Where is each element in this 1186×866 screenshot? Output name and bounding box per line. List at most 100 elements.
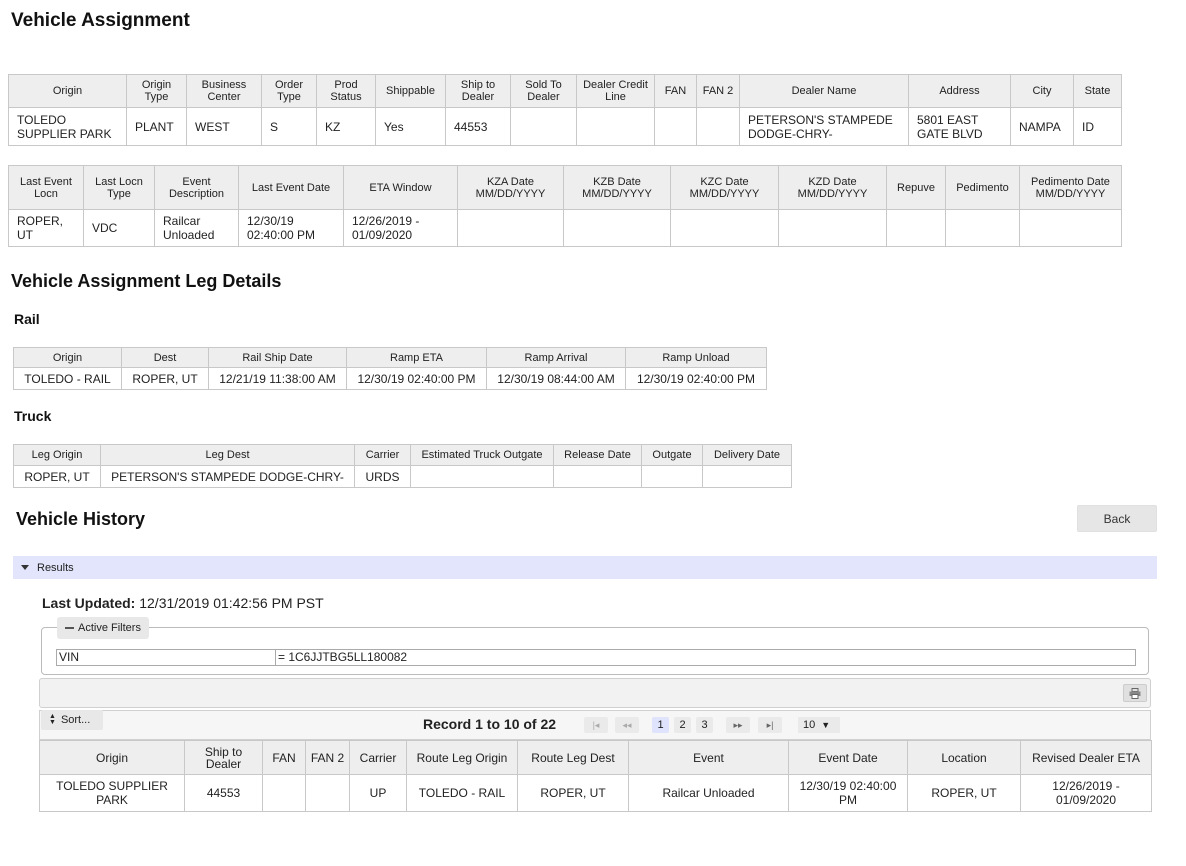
next-page-button[interactable]: ▸▸ <box>726 717 750 733</box>
back-button[interactable]: Back <box>1077 505 1157 532</box>
col-pedimento: Pedimento <box>945 165 1020 210</box>
last-page-icon: ▸| <box>766 719 774 730</box>
col-leg-dest: Leg Dest <box>100 444 355 466</box>
cell-outgate <box>641 465 703 488</box>
cell-origin: TOLEDO SUPPLIER PARK <box>8 107 127 146</box>
cell-rail-dest: ROPER, UT <box>121 367 209 390</box>
filter-value: = 1C6JJTBG5LL180082 <box>278 650 408 664</box>
cell-hist-event-date: 12/30/19 02:40:00 PM <box>788 774 908 812</box>
col-hist-fan-2[interactable]: FAN 2 <box>305 740 350 775</box>
vehicle-history-title: Vehicle History <box>16 509 146 529</box>
truck-title: Truck <box>14 408 52 424</box>
table-row: ROPER, UT PETERSON'S STAMPEDE DODGE-CHRY… <box>13 465 792 488</box>
col-hist-ship-to-dealer[interactable]: Ship to Dealer <box>184 740 263 775</box>
cell-kza-date <box>457 209 564 247</box>
col-last-locn-type: Last Locn Type <box>83 165 155 210</box>
col-hist-revised-dealer-eta[interactable]: Revised Dealer ETA <box>1020 740 1152 775</box>
col-sold-to-dealer: Sold To Dealer <box>510 74 577 108</box>
cell-order-type: S <box>261 107 317 146</box>
table-row: TOLEDO SUPPLIER PARK PLANT WEST S KZ Yes… <box>8 107 1122 146</box>
col-dealer-name: Dealer Name <box>739 74 909 108</box>
prev-page-icon: ◂◂ <box>622 719 632 730</box>
cell-state: ID <box>1073 107 1122 146</box>
cell-eta-window: 12/26/2019 - 01/09/2020 <box>343 209 458 247</box>
cell-prod-status: KZ <box>316 107 376 146</box>
cell-hist-fan-2 <box>305 774 350 812</box>
col-repuve: Repuve <box>886 165 946 210</box>
cell-carrier: URDS <box>354 465 411 488</box>
col-city: City <box>1010 74 1074 108</box>
page-size-select[interactable]: 10 ▼ <box>798 717 840 733</box>
page-title: Vehicle Assignment <box>11 10 190 31</box>
chevron-down-icon: ▼ <box>821 720 831 730</box>
cell-hist-origin: TOLEDO SUPPLIER PARK <box>39 774 185 812</box>
col-hist-fan[interactable]: FAN <box>262 740 306 775</box>
cell-rail-ship-date: 12/21/19 11:38:00 AM <box>208 367 347 390</box>
rail-title: Rail <box>14 311 40 327</box>
history-table: Origin Ship to Dealer FAN FAN 2 Carrier … <box>39 740 1152 812</box>
cell-ramp-arrival: 12/30/19 08:44:00 AM <box>486 367 626 390</box>
col-hist-event[interactable]: Event <box>628 740 789 775</box>
col-hist-event-date[interactable]: Event Date <box>788 740 908 775</box>
filter-key: VIN <box>57 650 276 665</box>
col-kzd-date: KZD Date MM/DD/YYYY <box>778 165 887 210</box>
print-button[interactable] <box>1123 684 1147 702</box>
col-kzb-date: KZB Date MM/DD/YYYY <box>563 165 671 210</box>
col-hist-route-leg-origin[interactable]: Route Leg Origin <box>406 740 518 775</box>
page-button-3[interactable]: 3 <box>696 717 713 733</box>
cell-pedimento-date <box>1019 209 1122 247</box>
cell-estimated-truck-outgate <box>410 465 554 488</box>
col-shippable: Shippable <box>375 74 446 108</box>
col-release-date: Release Date <box>553 444 642 466</box>
col-hist-carrier[interactable]: Carrier <box>349 740 407 775</box>
cell-leg-dest: PETERSON'S STAMPEDE DODGE-CHRY- <box>100 465 355 488</box>
col-rail-ship-date: Rail Ship Date <box>208 347 347 368</box>
cell-last-locn-type: VDC <box>83 209 155 247</box>
col-origin: Origin <box>8 74 127 108</box>
col-kzc-date: KZC Date MM/DD/YYYY <box>670 165 779 210</box>
results-toggle[interactable]: Results <box>13 556 1157 579</box>
cell-hist-ship-to-dealer: 44553 <box>184 774 263 812</box>
col-leg-origin: Leg Origin <box>13 444 101 466</box>
active-filters-toggle[interactable]: Active Filters <box>57 617 149 639</box>
col-hist-origin[interactable]: Origin <box>39 740 185 775</box>
col-fan: FAN <box>654 74 697 108</box>
last-updated-label: Last Updated: <box>42 595 136 611</box>
first-page-icon: |◂ <box>592 719 600 730</box>
sort-button[interactable]: ▲ ▼ Sort... <box>41 710 103 730</box>
cell-ramp-eta: 12/30/19 02:40:00 PM <box>346 367 487 390</box>
cell-pedimento <box>945 209 1020 247</box>
last-page-button[interactable]: ▸| <box>758 717 782 733</box>
cell-hist-route-leg-dest: ROPER, UT <box>517 774 629 812</box>
table-row: TOLEDO SUPPLIER PARK 44553 UP TOLEDO - R… <box>39 774 1152 812</box>
truck-table: Leg Origin Leg Dest Carrier Estimated Tr… <box>13 444 792 488</box>
cell-dealer-credit-line <box>576 107 655 146</box>
next-page-icon: ▸▸ <box>733 719 743 730</box>
col-estimated-truck-outgate: Estimated Truck Outgate <box>410 444 554 466</box>
col-event-description: Event Description <box>154 165 239 210</box>
cell-business-center: WEST <box>186 107 262 146</box>
col-hist-route-leg-dest[interactable]: Route Leg Dest <box>517 740 629 775</box>
cell-hist-location: ROPER, UT <box>907 774 1021 812</box>
cell-leg-origin: ROPER, UT <box>13 465 101 488</box>
col-hist-location[interactable]: Location <box>907 740 1021 775</box>
col-fan-2: FAN 2 <box>696 74 740 108</box>
first-page-button[interactable]: |◂ <box>584 717 608 733</box>
cell-kzc-date <box>670 209 779 247</box>
col-delivery-date: Delivery Date <box>702 444 792 466</box>
cell-last-event-date: 12/30/19 02:40:00 PM <box>238 209 344 247</box>
prev-page-button[interactable]: ◂◂ <box>615 717 639 733</box>
page-button-1[interactable]: 1 <box>652 717 669 733</box>
page-button-2[interactable]: 2 <box>674 717 691 733</box>
col-outgate: Outgate <box>641 444 703 466</box>
cell-repuve <box>886 209 946 247</box>
col-prod-status: Prod Status <box>316 74 376 108</box>
cell-hist-route-leg-origin: TOLEDO - RAIL <box>406 774 518 812</box>
active-filters-label: Active Filters <box>78 622 141 634</box>
rail-table: Origin Dest Rail Ship Date Ramp ETA Ramp… <box>13 347 767 390</box>
sort-arrows-icon: ▲ ▼ <box>49 713 56 726</box>
last-updated: Last Updated: 12/31/2019 01:42:56 PM PST <box>42 595 324 611</box>
col-address: Address <box>908 74 1011 108</box>
cell-origin-type: PLANT <box>126 107 187 146</box>
cell-last-event-locn: ROPER, UT <box>8 209 84 247</box>
